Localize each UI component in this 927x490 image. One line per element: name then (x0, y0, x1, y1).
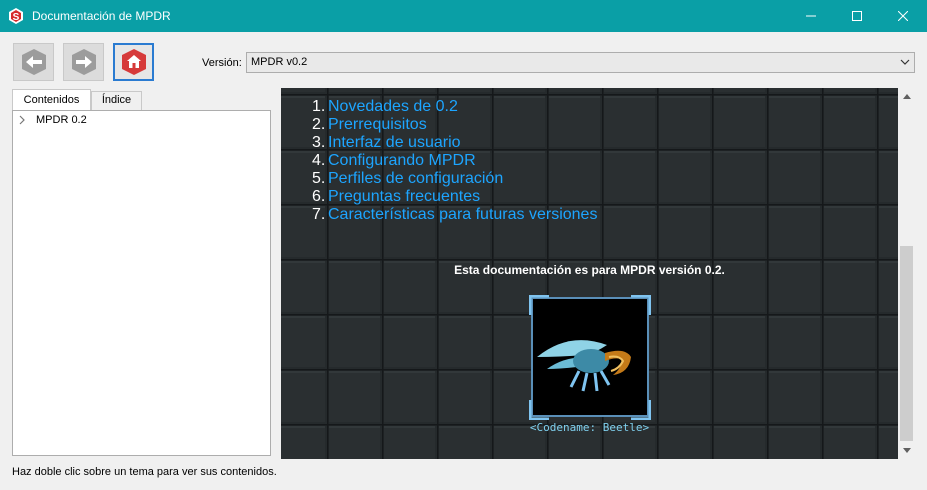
vertical-scrollbar[interactable] (898, 88, 915, 459)
version-label: Versión: (202, 57, 242, 69)
window-title: Documentación de MPDR (32, 9, 171, 23)
minimize-button[interactable] (788, 0, 834, 32)
maximize-button[interactable] (834, 0, 880, 32)
tab-index[interactable]: Índice (91, 91, 142, 110)
toc-item: 5. Perfiles de configuración (312, 170, 504, 188)
close-button[interactable] (880, 0, 926, 32)
chevron-down-icon (900, 59, 910, 65)
toc-item: 6. Preguntas frecuentes (312, 188, 481, 206)
scroll-down-button[interactable] (898, 442, 915, 459)
toc-link[interactable]: Características para futuras versiones (328, 206, 597, 224)
arrow-right-icon (71, 49, 96, 75)
toc-link[interactable]: Prerrequisitos (328, 116, 427, 134)
toc-item: 7. Características para futuras versiones (312, 206, 598, 224)
caret-down-icon (902, 447, 911, 453)
toc-link[interactable]: Interfaz de usuario (328, 134, 461, 152)
caret-up-icon (902, 93, 911, 99)
tree-item-mpdr[interactable]: MPDR 0.2 (19, 114, 87, 126)
toc-link[interactable]: Novedades de 0.2 (328, 98, 458, 116)
scroll-up-button[interactable] (898, 88, 915, 105)
toc-item: 4. Configurando MPDR (312, 152, 476, 170)
chevron-right-icon[interactable] (19, 115, 25, 125)
home-icon (121, 49, 146, 75)
svg-text:S: S (13, 12, 20, 23)
tab-contents[interactable]: Contenidos (12, 89, 91, 111)
version-note: Esta documentación es para MPDR versión … (454, 263, 725, 277)
content-pane: 1. Novedades de 0.2 2. Prerrequisitos 3. In… (281, 88, 898, 459)
title-bar: S Documentación de MPDR (0, 0, 927, 32)
toc-link[interactable]: Configurando MPDR (328, 152, 476, 170)
version-select[interactable]: MPDR v0.2 (246, 52, 915, 73)
toc-item: 1. Novedades de 0.2 (312, 98, 458, 116)
contents-tree[interactable]: MPDR 0.2 (12, 110, 271, 456)
toc-link[interactable]: Perfiles de configuración (328, 170, 503, 188)
home-button[interactable] (113, 43, 154, 81)
status-text: Haz doble clic sobre un tema para ver su… (12, 466, 277, 478)
scroll-thumb[interactable] (900, 246, 913, 441)
back-button[interactable] (13, 43, 54, 81)
toc-item: 2. Prerrequisitos (312, 116, 427, 134)
tree-item-label: MPDR 0.2 (36, 114, 87, 126)
codename-label: <Codename: Beetle> (529, 421, 650, 434)
toc-item: 3. Interfaz de usuario (312, 134, 461, 152)
version-select-value: MPDR v0.2 (251, 56, 308, 68)
table-of-contents: 1. Novedades de 0.2 2. Prerrequisitos 3. In… (312, 98, 597, 224)
beetle-logo-icon (529, 295, 651, 420)
maximize-icon (852, 11, 862, 21)
forward-button[interactable] (63, 43, 104, 81)
arrow-left-icon (21, 49, 46, 75)
minimize-icon (806, 15, 816, 17)
app-logo-icon: S (9, 8, 23, 24)
toc-link[interactable]: Preguntas frecuentes (328, 188, 480, 206)
close-icon (898, 11, 908, 21)
